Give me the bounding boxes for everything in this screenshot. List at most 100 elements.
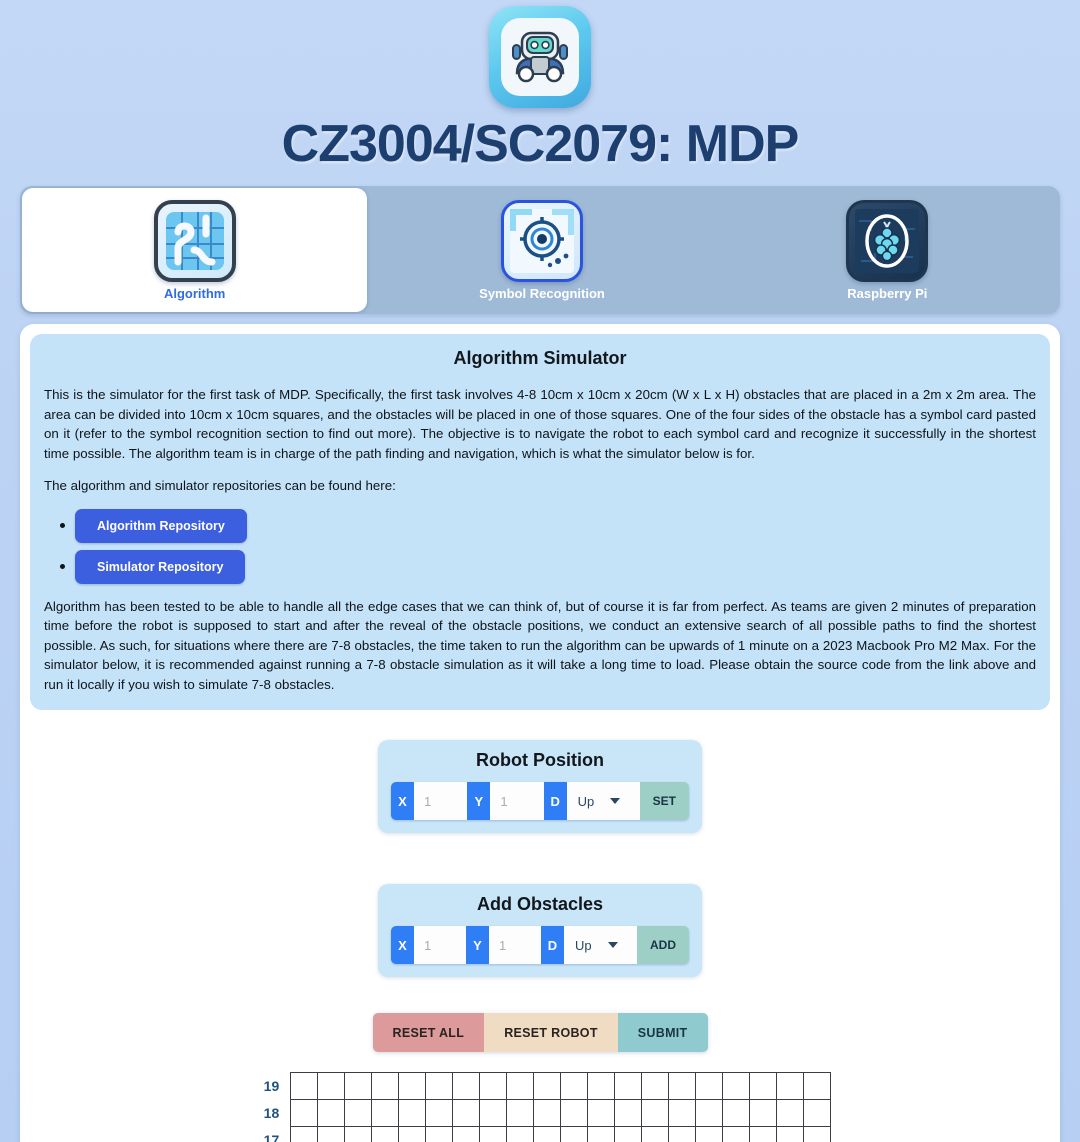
obstacle-y-input[interactable] <box>489 926 541 965</box>
algorithm-repository-button[interactable]: Algorithm Repository <box>75 508 247 543</box>
grid-cell[interactable] <box>506 1072 535 1101</box>
grid-cell[interactable] <box>533 1072 562 1101</box>
grid-cell[interactable] <box>344 1072 373 1101</box>
tab-symbol-recognition[interactable]: Symbol Recognition <box>369 186 714 314</box>
tab-label-raspberry-pi: Raspberry Pi <box>847 285 928 301</box>
grid-cell[interactable] <box>398 1126 427 1142</box>
tab-raspberry-pi[interactable]: Raspberry Pi <box>715 186 1060 314</box>
grid-cell[interactable] <box>425 1126 454 1142</box>
reset-robot-button[interactable]: RESET ROBOT <box>484 1013 618 1053</box>
page-title: CZ3004/SC2079: MDP <box>281 115 800 173</box>
grid-cell[interactable] <box>587 1072 616 1101</box>
simulator-grid[interactable]: 19181716 <box>249 1072 832 1142</box>
reset-all-button[interactable]: RESET ALL <box>372 1013 485 1053</box>
grid-cell[interactable] <box>776 1072 805 1101</box>
grid-cell[interactable] <box>317 1072 346 1101</box>
grid-row-label: 19 <box>263 1078 280 1095</box>
submit-button[interactable]: SUBMIT <box>617 1013 708 1053</box>
grid-row: 19 <box>249 1072 832 1101</box>
grid-cell[interactable] <box>452 1126 481 1142</box>
grid-cell[interactable] <box>722 1099 751 1128</box>
add-obstacles-fields: X Y D Up ADD <box>391 926 689 965</box>
grid-cell[interactable] <box>614 1099 643 1128</box>
grid-cell[interactable] <box>533 1099 562 1128</box>
main-content-card: Algorithm Simulator This is the simulato… <box>20 324 1060 1142</box>
grid-cell[interactable] <box>533 1126 562 1142</box>
obstacle-d-label: D <box>541 926 564 965</box>
grid-cell[interactable] <box>722 1126 751 1142</box>
grid-cell[interactable] <box>479 1126 508 1142</box>
robot-position-title: Robot Position <box>476 750 604 771</box>
grid-cell[interactable] <box>506 1126 535 1142</box>
tab-algorithm[interactable]: Algorithm <box>22 188 368 313</box>
grid-cell[interactable] <box>317 1099 346 1128</box>
grid-cell[interactable] <box>695 1126 724 1142</box>
grid-cell[interactable] <box>317 1126 346 1142</box>
grid-cell[interactable] <box>722 1072 751 1101</box>
grid-cell[interactable] <box>668 1126 697 1142</box>
grid-cell[interactable] <box>641 1126 670 1142</box>
grid-cell[interactable] <box>587 1126 616 1142</box>
grid-cell[interactable] <box>344 1126 373 1142</box>
grid-cell[interactable] <box>479 1072 508 1101</box>
obstacle-x-input[interactable] <box>414 926 466 965</box>
robot-direction-select[interactable]: Up <box>566 782 640 821</box>
simulator-repository-button[interactable]: Simulator Repository <box>75 549 246 584</box>
list-item: Simulator Repository <box>44 549 1036 584</box>
grid-cell[interactable] <box>749 1126 778 1142</box>
grid-row: 17 <box>249 1126 832 1142</box>
grid-cell[interactable] <box>425 1099 454 1128</box>
info-paragraph-1: This is the simulator for the first task… <box>44 387 1036 461</box>
simulator-info-box: Algorithm Simulator This is the simulato… <box>30 334 1050 711</box>
grid-cell[interactable] <box>452 1099 481 1128</box>
grid-cell[interactable] <box>668 1099 697 1128</box>
grid-cell[interactable] <box>344 1099 373 1128</box>
grid-cell[interactable] <box>560 1072 589 1101</box>
grid-cell[interactable] <box>587 1099 616 1128</box>
robot-y-label: Y <box>467 782 491 821</box>
tab-label-symbol-recognition: Symbol Recognition <box>479 285 605 301</box>
grid-cell[interactable] <box>290 1126 319 1142</box>
grid-cell[interactable] <box>803 1126 832 1142</box>
set-robot-button[interactable]: SET <box>639 782 689 821</box>
grid-cell[interactable] <box>290 1099 319 1128</box>
maze-glyph-icon <box>165 211 224 270</box>
grid-cell[interactable] <box>803 1099 832 1128</box>
grid-cell[interactable] <box>371 1126 400 1142</box>
grid-cell[interactable] <box>479 1099 508 1128</box>
grid-cell[interactable] <box>452 1072 481 1101</box>
grid-cell[interactable] <box>749 1072 778 1101</box>
chevron-down-icon <box>610 798 621 805</box>
grid-cell[interactable] <box>641 1099 670 1128</box>
grid-cell[interactable] <box>695 1099 724 1128</box>
grid-cell[interactable] <box>641 1072 670 1101</box>
grid-cell[interactable] <box>290 1072 319 1101</box>
robot-x-input[interactable] <box>414 782 468 821</box>
grid-cell[interactable] <box>560 1099 589 1128</box>
grid-cell[interactable] <box>668 1072 697 1101</box>
grid-cell[interactable] <box>506 1099 535 1128</box>
grid-cell[interactable] <box>614 1072 643 1101</box>
raspberry-pi-icon <box>846 199 929 282</box>
grid-cell[interactable] <box>398 1099 427 1128</box>
grid-cell[interactable] <box>776 1099 805 1128</box>
obstacle-direction-select[interactable]: Up <box>564 926 637 965</box>
grid-cell[interactable] <box>695 1072 724 1101</box>
grid-cell[interactable] <box>371 1072 400 1101</box>
grid-cell[interactable] <box>560 1126 589 1142</box>
action-buttons-row: RESET ALL RESET ROBOT SUBMIT <box>30 1013 1050 1053</box>
obstacle-y-label: Y <box>466 926 489 965</box>
grid-cell[interactable] <box>425 1072 454 1101</box>
grid-cell[interactable] <box>776 1126 805 1142</box>
grid-cell[interactable] <box>371 1099 400 1128</box>
symbol-eye-icon <box>500 199 583 282</box>
grid-cell[interactable] <box>398 1072 427 1101</box>
grid-row-label: 18 <box>263 1105 280 1122</box>
page-header: CZ3004/SC2079: MDP <box>0 0 1080 172</box>
robot-y-input[interactable] <box>490 782 544 821</box>
add-obstacle-button[interactable]: ADD <box>637 926 689 965</box>
grid-cell[interactable] <box>803 1072 832 1101</box>
grid-cell[interactable] <box>614 1126 643 1142</box>
robot-icon-inner <box>501 18 579 96</box>
grid-cell[interactable] <box>749 1099 778 1128</box>
